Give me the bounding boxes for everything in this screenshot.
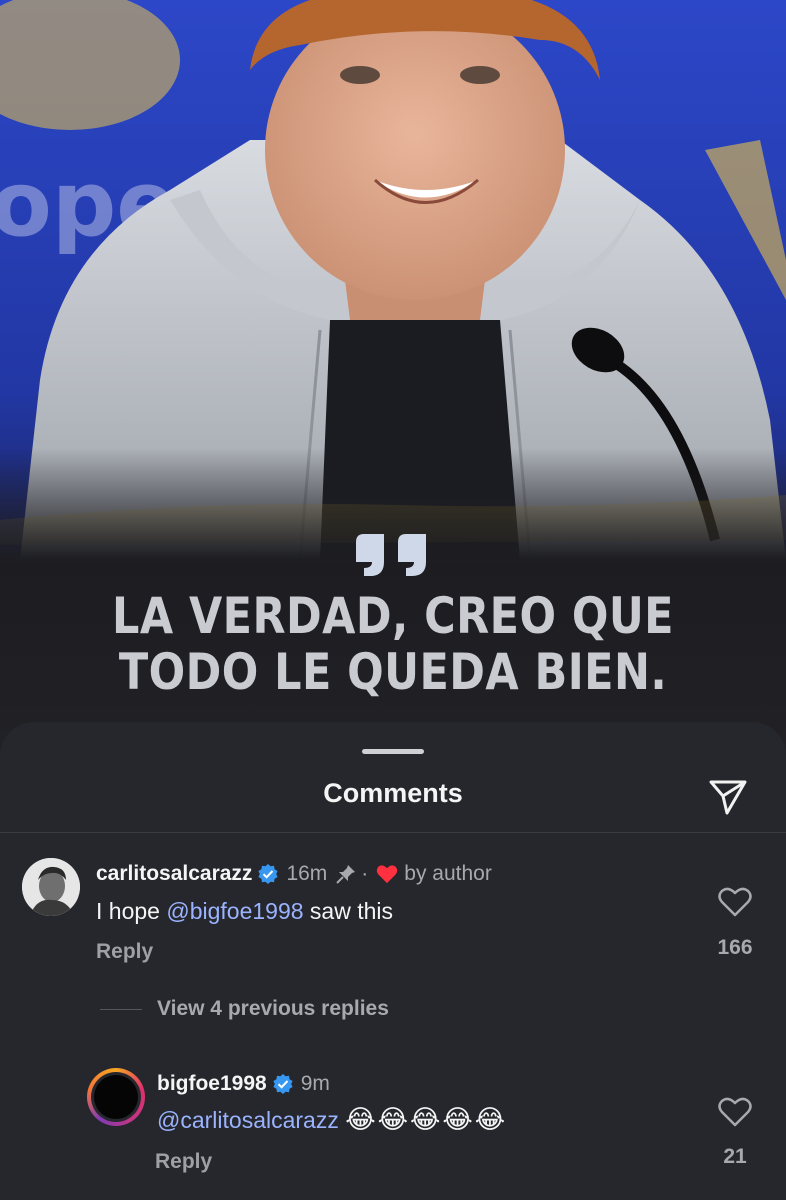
reply-button[interactable]: Reply [96,940,153,964]
divider [0,832,786,833]
avatar-photo [94,1075,138,1119]
reply-button[interactable]: Reply [155,1150,212,1174]
press-conference-photo: open [0,0,786,560]
quote-text: LA VERDAD, CREO QUE TODO LE QUEDA BIEN. [55,588,731,700]
like-heart-icon[interactable] [718,886,752,918]
comment-meta: carlitosalcarazz 16m · by author [96,862,492,886]
author-liked-heart-icon [377,865,398,884]
avatar-photo [22,858,80,916]
separator-dot: · [361,862,369,885]
like-heart-icon[interactable] [718,1096,752,1128]
reply-meta: bigfoe1998 9m [157,1072,330,1096]
quote-icon [356,534,426,576]
post-image: open LA VERDAD, CREO QUE TOD [0,0,786,760]
quote-line-1: LA VERDAD, CREO QUE [112,587,674,645]
laughing-emoji-icon: 😂😂😂😂😂 [345,1104,508,1134]
share-icon[interactable] [706,774,750,818]
avatar[interactable] [87,1068,145,1126]
comment-username[interactable]: carlitosalcarazz [96,862,252,886]
comments-sheet: Comments carlitosalcarazz 16m · by autho… [0,722,786,1200]
comment-text-rest: saw this [303,898,394,924]
reply-username[interactable]: bigfoe1998 [157,1072,267,1096]
reply-time: 9m [300,1072,330,1095]
comment-text-prefix: I hope [96,898,167,924]
sheet-drag-handle[interactable] [362,749,424,754]
sheet-title: Comments [323,778,463,808]
verified-badge-icon [273,1074,293,1094]
by-author-label: by author [404,862,492,885]
verified-badge-icon [258,864,279,884]
pin-icon [336,865,356,884]
reply-text: @carlitosalcarazz 😂😂😂😂😂 [157,1104,507,1135]
mention-link[interactable]: @carlitosalcarazz [157,1107,339,1133]
mention-link[interactable]: @bigfoe1998 [166,898,303,924]
replies-line [100,1009,142,1010]
like-count: 166 [717,936,753,959]
comment-text: I hope @bigfoe1998 saw this [96,898,393,925]
comment-time: 16m [286,862,328,885]
like-count: 21 [723,1145,747,1168]
view-previous-replies-button[interactable]: View 4 previous replies [157,997,389,1021]
avatar[interactable] [22,858,80,916]
quote-line-2: TODO LE QUEDA BIEN. [118,643,668,701]
